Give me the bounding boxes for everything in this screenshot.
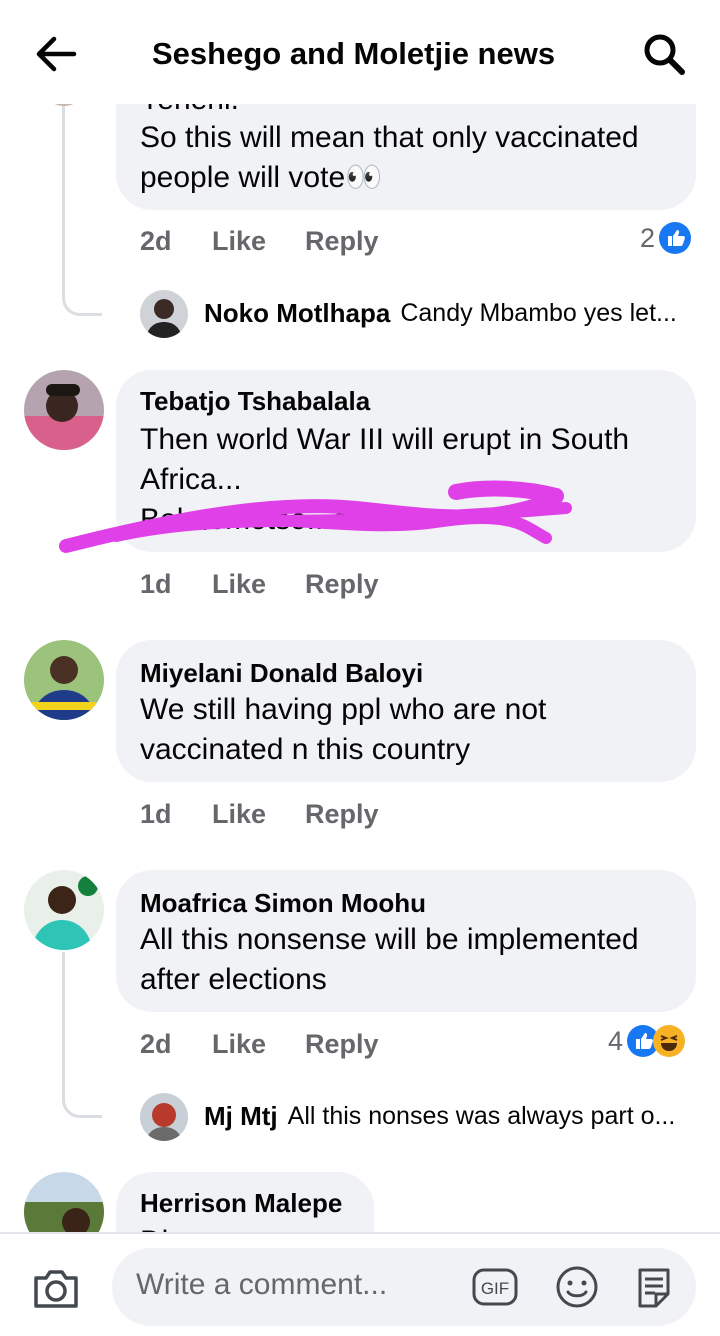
comment-bubble[interactable]: Miyelani Donald Baloyi We still having p… xyxy=(116,640,696,782)
gif-button[interactable]: GIF xyxy=(470,1262,520,1312)
thread-line xyxy=(62,100,65,250)
reaction-summary[interactable]: 4 xyxy=(608,1025,686,1057)
top-bar: Seshego and Moletjie news xyxy=(0,0,720,104)
comments-feed: Yeheni. So this will mean that only vacc… xyxy=(0,0,720,1232)
reply-button[interactable]: Reply xyxy=(305,226,379,257)
comment-actions: 1d Like Reply xyxy=(140,799,440,833)
thread-elbow xyxy=(62,250,102,316)
reaction-count: 4 xyxy=(608,1025,624,1056)
avatar[interactable] xyxy=(140,1093,188,1141)
avatar[interactable] xyxy=(140,290,188,338)
comment-author: Moafrica Simon Moohu xyxy=(140,888,426,918)
reply-preview[interactable]: Noko Motlhapa Candy Mbambo yes let... xyxy=(204,298,677,329)
comment-actions: 1d Like Reply xyxy=(140,569,440,603)
search-icon[interactable] xyxy=(640,30,688,78)
comment-actions: 2d Like Reply xyxy=(140,226,440,260)
reply-button[interactable]: Reply xyxy=(305,1029,379,1060)
emoji-icon[interactable] xyxy=(552,1262,602,1312)
comment-time: 2d xyxy=(140,1029,172,1059)
reply-preview[interactable]: Mj Mtj All this nonses was always part o… xyxy=(204,1101,675,1132)
reaction-count: 2 xyxy=(640,222,656,253)
comment-text: Di... xyxy=(140,1222,350,1232)
avatar[interactable] xyxy=(24,370,104,450)
comment-text: All this nonsense will be implemented af… xyxy=(140,923,639,996)
sticker-icon[interactable] xyxy=(630,1262,680,1312)
comment-time: 1d xyxy=(140,569,172,599)
comment-input[interactable]: Write a comment... GIF xyxy=(112,1248,696,1326)
comment-bubble[interactable]: Herrison Malepe Di... xyxy=(116,1172,374,1232)
thread-elbow xyxy=(62,1052,102,1118)
comment-bubble[interactable]: Moafrica Simon Moohu All this nonsense w… xyxy=(116,870,696,1012)
reaction-summary[interactable]: 2 xyxy=(640,222,692,254)
comment-text: So this will mean that only vaccinated p… xyxy=(140,121,639,194)
reply-author: Mj Mtj xyxy=(204,1101,278,1131)
comment-author: Herrison Malepe xyxy=(140,1188,343,1218)
back-arrow-icon[interactable] xyxy=(32,30,80,78)
redaction-scribble xyxy=(59,480,572,553)
thread-line xyxy=(62,952,65,1052)
like-button[interactable]: Like xyxy=(212,226,266,257)
avatar[interactable] xyxy=(24,1172,104,1232)
reply-author: Noko Motlhapa xyxy=(204,298,391,328)
comment-time: 2d xyxy=(140,226,172,256)
comment-text: We still having ppl who are not vaccinat… xyxy=(140,693,547,766)
like-button[interactable]: Like xyxy=(212,569,266,600)
comment-time: 1d xyxy=(140,799,172,829)
like-button[interactable]: Like xyxy=(212,799,266,830)
comment-input-placeholder: Write a comment... xyxy=(136,1268,388,1301)
avatar[interactable] xyxy=(24,870,104,950)
reply-text: Candy Mbambo yes let... xyxy=(400,299,677,327)
like-button[interactable]: Like xyxy=(212,1029,266,1060)
reply-text: All this nonses was always part o... xyxy=(287,1102,676,1130)
gif-label: GIF xyxy=(481,1279,509,1298)
comment-composer-bar: Write a comment... GIF xyxy=(0,1232,720,1336)
comment-author: Miyelani Donald Baloyi xyxy=(140,658,424,688)
page-title: Seshego and Moletjie news xyxy=(152,36,556,71)
camera-icon[interactable] xyxy=(30,1262,82,1314)
like-reaction-icon xyxy=(659,222,692,254)
comment-author: Tebatjo Tshabalala xyxy=(140,386,371,416)
avatar[interactable] xyxy=(24,640,104,720)
reply-button[interactable]: Reply xyxy=(305,569,379,600)
haha-reaction-icon xyxy=(653,1025,686,1057)
comment-actions: 2d Like Reply xyxy=(140,1029,440,1063)
reply-button[interactable]: Reply xyxy=(305,799,379,830)
